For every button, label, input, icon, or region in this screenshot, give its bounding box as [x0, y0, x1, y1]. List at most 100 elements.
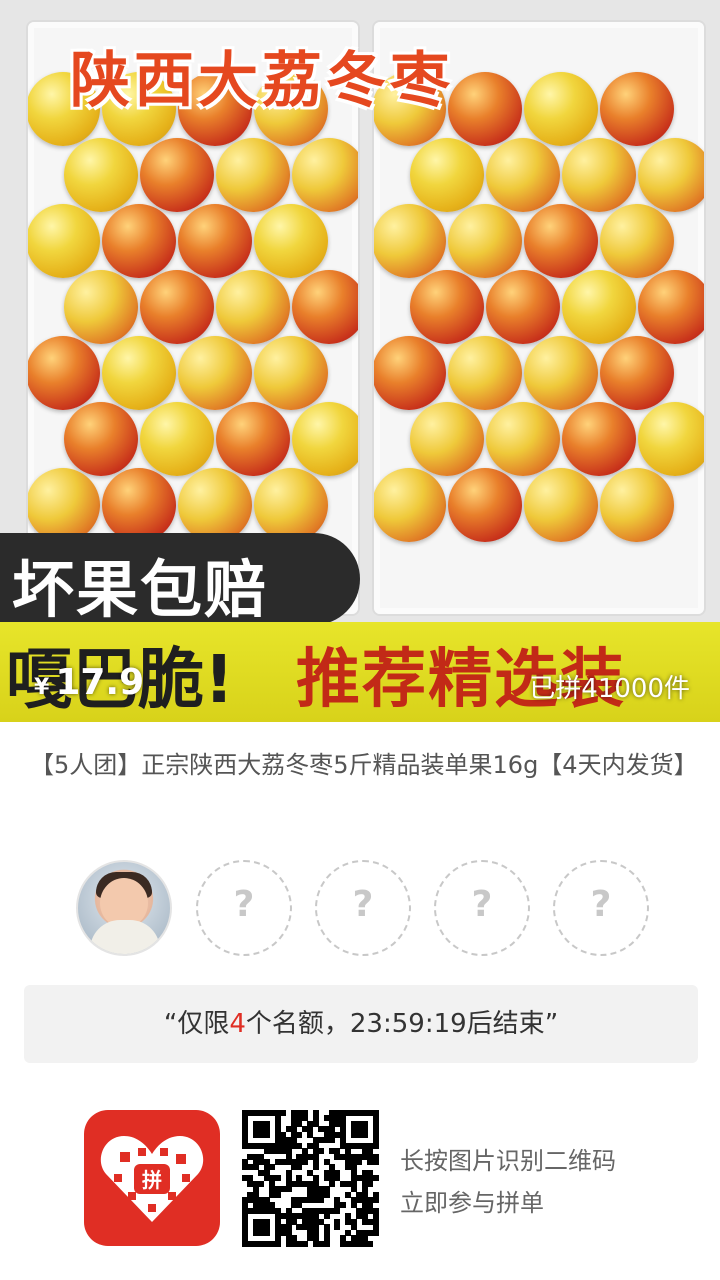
date-fruit	[178, 336, 252, 410]
date-fruit	[140, 270, 214, 344]
quota-countdown: “仅限4个名额，23:59:19后结束”	[24, 985, 698, 1063]
date-fruit	[292, 138, 358, 212]
group-members: ? ? ? ?	[76, 860, 676, 956]
qr-instruction-line1: 长按图片识别二维码	[400, 1147, 616, 1175]
date-fruit	[410, 138, 484, 212]
question-mark-icon: ?	[590, 884, 612, 925]
date-fruit	[448, 336, 522, 410]
qr-module	[301, 1240, 308, 1247]
date-fruit	[448, 72, 522, 146]
date-fruit	[64, 138, 138, 212]
qr-module	[372, 1142, 379, 1149]
qr-module	[323, 1240, 330, 1247]
date-fruit	[216, 402, 290, 476]
remaining-count: 4	[229, 1009, 246, 1039]
date-fruit	[562, 402, 636, 476]
date-fruit	[638, 402, 704, 476]
qr-module	[372, 1197, 379, 1204]
date-fruit	[254, 468, 328, 542]
qr-module	[334, 1207, 341, 1214]
close-quote: ”	[544, 1009, 559, 1039]
date-fruit	[292, 270, 358, 344]
qr-module	[258, 1180, 265, 1187]
currency-symbol: ¥	[34, 675, 50, 700]
date-fruit	[178, 204, 252, 278]
date-fruit	[216, 270, 290, 344]
date-fruit	[486, 402, 560, 476]
date-fruit	[374, 468, 446, 542]
date-fruit	[28, 204, 100, 278]
date-fruit	[292, 402, 358, 476]
price-value: 17.9	[55, 662, 145, 703]
date-fruit	[448, 204, 522, 278]
date-fruit	[600, 72, 674, 146]
question-mark-icon: ?	[471, 884, 493, 925]
date-fruit	[102, 336, 176, 410]
date-fruit	[600, 204, 674, 278]
qr-module	[367, 1180, 374, 1187]
date-fruit	[486, 138, 560, 212]
date-fruit	[638, 270, 704, 344]
countdown-timer: 23:59:19	[349, 1009, 467, 1039]
open-quote: “	[163, 1009, 178, 1039]
question-mark-icon: ?	[233, 884, 255, 925]
empty-member-slot: ?	[196, 860, 292, 956]
qr-module	[361, 1131, 368, 1138]
date-fruit	[102, 204, 176, 278]
qr-module	[280, 1110, 287, 1116]
date-fruit	[64, 270, 138, 344]
date-fruit	[524, 204, 598, 278]
date-fruit	[216, 138, 290, 212]
qr-module	[339, 1202, 346, 1209]
qr-instructions: 长按图片识别二维码 立即参与拼单	[400, 1140, 616, 1224]
qr-module	[367, 1240, 374, 1247]
qr-module	[274, 1191, 281, 1198]
qr-code[interactable]	[242, 1110, 379, 1247]
quota-middle: 个名额，	[245, 1009, 350, 1039]
avatar-body	[90, 920, 160, 954]
qr-module	[263, 1131, 270, 1138]
qr-module	[269, 1164, 276, 1171]
guarantee-badge: 坏果包赔	[0, 533, 360, 626]
empty-member-slot: ?	[553, 860, 649, 956]
date-fruit	[410, 270, 484, 344]
date-fruit	[600, 336, 674, 410]
qr-module	[301, 1158, 308, 1165]
date-fruit	[254, 336, 328, 410]
qr-module	[334, 1224, 341, 1231]
date-fruit	[28, 336, 100, 410]
product-title: 【5人团】正宗陕西大荔冬枣5斤精品装单果16g【4天内发货】	[30, 751, 698, 779]
date-fruit	[410, 402, 484, 476]
date-fruit	[638, 138, 704, 212]
qr-module	[274, 1175, 281, 1182]
heart-logo-icon: 拼	[100, 1136, 204, 1222]
date-fruit	[374, 204, 446, 278]
qr-module	[323, 1213, 330, 1220]
date-fruit	[64, 402, 138, 476]
qr-instruction-line2: 立即参与拼单	[400, 1189, 544, 1217]
date-fruit	[524, 468, 598, 542]
date-fruit	[524, 72, 598, 146]
qr-module	[372, 1175, 379, 1182]
qr-module	[296, 1131, 303, 1138]
date-fruit	[254, 204, 328, 278]
dates-right	[374, 72, 704, 612]
qr-module	[285, 1186, 292, 1193]
date-fruit	[140, 402, 214, 476]
guarantee-text: 坏果包赔	[12, 553, 269, 626]
qr-module	[274, 1240, 281, 1247]
empty-member-slot: ?	[315, 860, 411, 956]
date-fruit	[28, 468, 100, 542]
date-fruit	[562, 270, 636, 344]
quota-suffix: 后结束	[466, 1009, 545, 1039]
qr-module	[263, 1229, 270, 1236]
empty-member-slot: ?	[434, 860, 530, 956]
qr-module	[296, 1164, 303, 1171]
date-fruit	[486, 270, 560, 344]
quota-prefix: 仅限	[177, 1009, 230, 1039]
price: ¥17.9	[34, 662, 144, 703]
date-fruit	[178, 468, 252, 542]
date-fruit	[448, 468, 522, 542]
product-image[interactable]: 陕西大荔冬枣 坏果包赔 嘎巴脆! 推荐精选装 ¥17.9 已拼41000件	[0, 0, 720, 722]
qr-module	[372, 1158, 379, 1165]
